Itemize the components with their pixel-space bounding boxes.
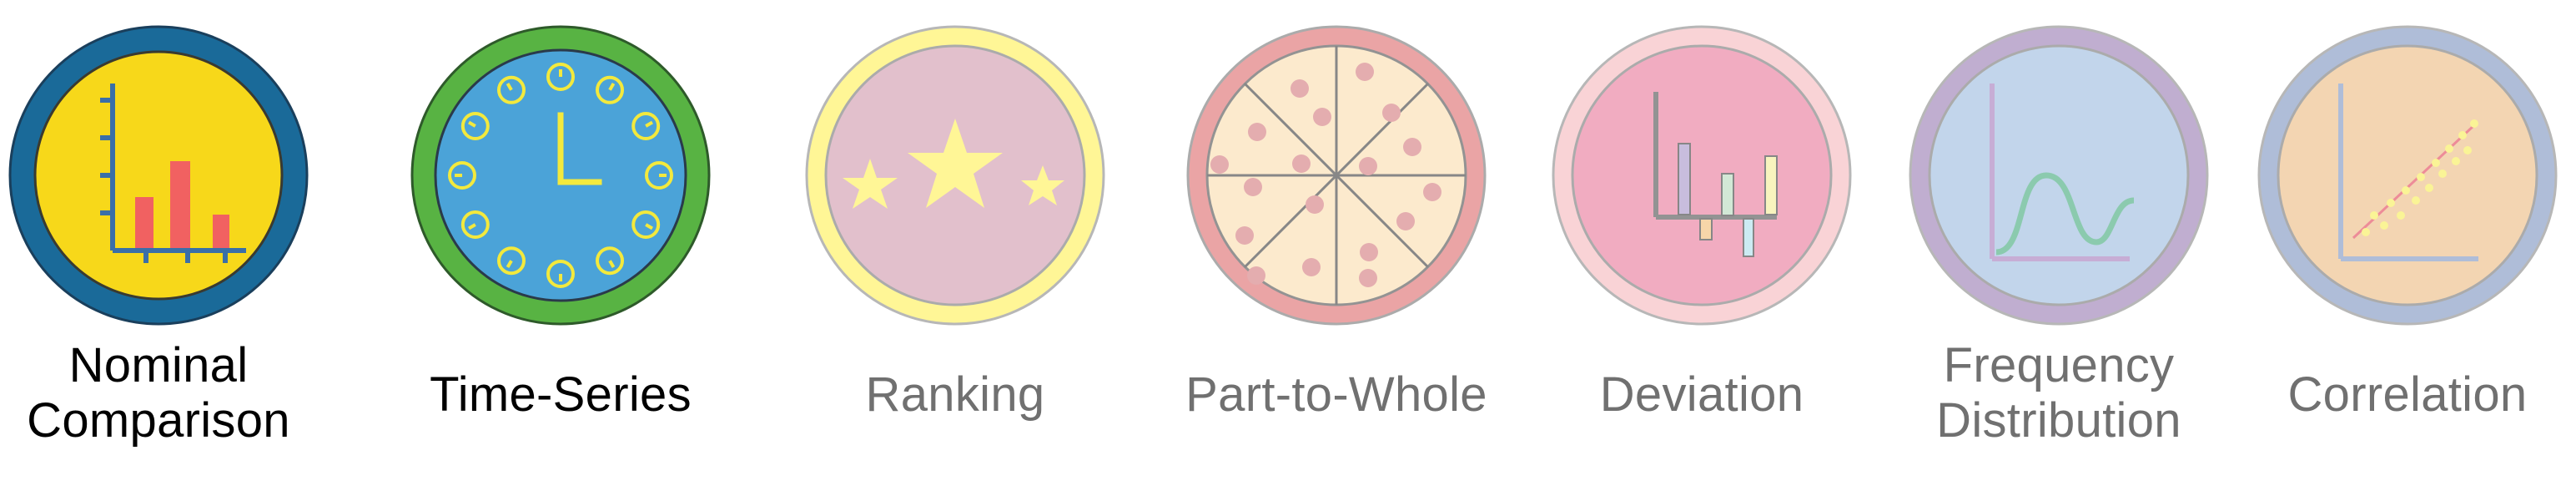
- badge-label-line: Comparison: [27, 393, 290, 448]
- badge-label: Time-Series: [394, 367, 727, 423]
- bar-chart-icon: [8, 25, 309, 326]
- distribution-curve-icon: [1909, 25, 2209, 326]
- badge-label: Part-to-Whole: [1170, 367, 1503, 423]
- badge-ranking[interactable]: Ranking: [788, 0, 1122, 491]
- badge-label-line: Distribution: [1936, 393, 2181, 448]
- badge-correlation[interactable]: Correlation: [2241, 0, 2574, 491]
- badge-label-line: Ranking: [865, 367, 1045, 422]
- badge-label: Frequency Distribution: [1892, 338, 2226, 448]
- clock-icon: [410, 25, 711, 326]
- badge-label: Ranking: [788, 367, 1122, 423]
- badge-label-line: Part-to-Whole: [1185, 367, 1487, 422]
- badge-deviation[interactable]: Deviation: [1535, 0, 1869, 491]
- badge-label: Correlation: [2241, 367, 2574, 423]
- scatter-plot-icon: [2257, 25, 2558, 326]
- stars-icon: [805, 25, 1105, 326]
- badge-part-to-whole[interactable]: Part-to-Whole: [1170, 0, 1503, 491]
- chart-category-badges: Nominal Comparison Time-Series Ranking P…: [0, 0, 2576, 491]
- badge-frequency-distribution[interactable]: Frequency Distribution: [1892, 0, 2226, 491]
- badge-label-line: Frequency: [1943, 338, 2175, 392]
- badge-label-line: Correlation: [2287, 367, 2528, 422]
- pizza-icon: [1186, 25, 1487, 326]
- badge-nominal-comparison[interactable]: Nominal Comparison: [0, 0, 325, 491]
- badge-time-series[interactable]: Time-Series: [394, 0, 727, 491]
- badge-label: Deviation: [1535, 367, 1869, 423]
- badge-label: Nominal Comparison: [0, 338, 325, 448]
- badge-label-line: Nominal: [68, 338, 249, 392]
- badge-label-line: Time-Series: [430, 367, 692, 422]
- badge-label-line: Deviation: [1599, 367, 1804, 422]
- deviation-chart-icon: [1552, 25, 1852, 326]
